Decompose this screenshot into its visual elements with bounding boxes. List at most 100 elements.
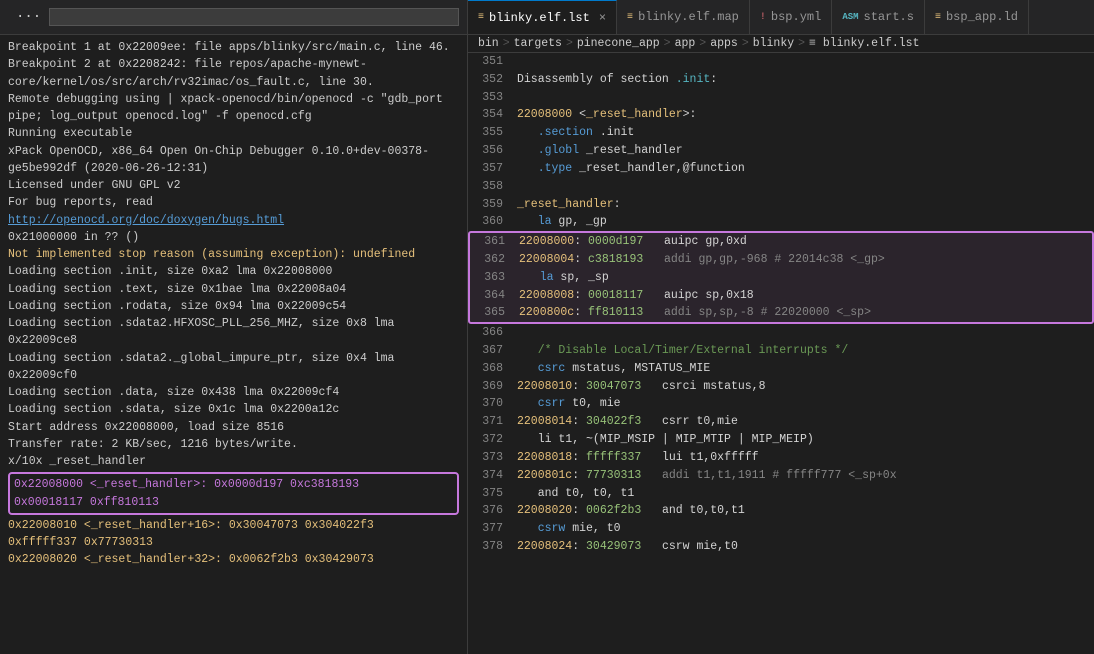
debug-line: 0x22008010 <_reset_handler+16>: 0x300470… bbox=[8, 517, 459, 534]
code-token: : bbox=[572, 540, 586, 553]
tab-icon-start-s: ASM bbox=[842, 12, 858, 22]
line-content: .type _reset_handler,@function bbox=[513, 160, 745, 178]
code-token: mstatus, MSTATUS_MIE bbox=[565, 362, 710, 375]
debug-line: 0xfffff337 0x77730313 bbox=[8, 534, 459, 551]
code-token: .type bbox=[517, 162, 572, 175]
line-content: 22008018: fffff337 lui t1,0xfffff bbox=[513, 449, 759, 467]
code-token: addi sp,sp,-8 # 22020000 <_sp> bbox=[643, 306, 871, 319]
debug-line: 0x21000000 in ?? () bbox=[8, 229, 459, 246]
tabs-bar: ≡blinky.elf.lst×≡blinky.elf.map!bsp.ymlA… bbox=[468, 0, 1094, 35]
code-row: 363 la sp, _sp bbox=[470, 269, 1092, 287]
debug-line: Transfer rate: 2 KB/sec, 1216 bytes/writ… bbox=[8, 436, 459, 453]
tab-label-blinky-lst: blinky.elf.lst bbox=[489, 11, 590, 25]
code-token: la bbox=[519, 271, 554, 284]
code-row: 37322008018: fffff337 lui t1,0xfffff bbox=[468, 449, 1094, 467]
debug-line: Loading section .text, size 0x1bae lma 0… bbox=[8, 281, 459, 298]
debug-line: Loading section .data, size 0x438 lma 0x… bbox=[8, 384, 459, 401]
tab-start-s[interactable]: ASM start.s bbox=[832, 0, 925, 35]
line-content: 22008000: 0000d197 auipc gp,0xd bbox=[515, 233, 747, 251]
code-token: 0000d197 bbox=[588, 235, 643, 248]
code-container[interactable]: 351352Disassembly of section .init:35335… bbox=[468, 53, 1094, 654]
code-token: csrr t0,mie bbox=[641, 415, 738, 428]
code-token: 00018117 bbox=[588, 289, 643, 302]
line-number: 377 bbox=[468, 520, 513, 538]
code-token: 22008014 bbox=[517, 415, 572, 428]
code-token: < bbox=[572, 108, 586, 121]
debug-menu-button[interactable]: ··· bbox=[16, 9, 41, 25]
code-token: 30047073 bbox=[586, 380, 641, 393]
breadcrumb-item: blinky bbox=[753, 37, 794, 50]
breadcrumb-separator: > bbox=[664, 37, 671, 50]
code-token: mie, t0 bbox=[565, 522, 620, 535]
code-token: 0062f2b3 bbox=[586, 504, 641, 517]
code-token: >: bbox=[683, 108, 697, 121]
tab-icon-bsp-yml: ! bbox=[760, 12, 766, 23]
line-number: 369 bbox=[468, 378, 513, 396]
debug-line: Not implemented stop reason (assuming ex… bbox=[8, 246, 459, 263]
code-token: : bbox=[572, 415, 586, 428]
line-number: 368 bbox=[468, 360, 513, 378]
debug-line: Loading section .rodata, size 0x94 lma 0… bbox=[8, 298, 459, 315]
tab-label-start-s: start.s bbox=[864, 10, 914, 24]
debug-line[interactable]: http://openocd.org/doc/doxygen/bugs.html bbox=[8, 212, 459, 229]
line-number: 366 bbox=[468, 324, 513, 342]
line-content: csrr t0, mie bbox=[513, 395, 621, 413]
line-number: 361 bbox=[470, 233, 515, 251]
code-row: 35422008000 <_reset_handler>: bbox=[468, 106, 1094, 124]
code-row: 358 bbox=[468, 178, 1094, 196]
line-number: 351 bbox=[468, 53, 513, 71]
code-token: : bbox=[572, 469, 586, 482]
line-number: 373 bbox=[468, 449, 513, 467]
breadcrumb-item: app bbox=[675, 37, 696, 50]
code-row: 351 bbox=[468, 53, 1094, 71]
code-token: _reset_handler bbox=[517, 198, 614, 211]
tab-bsp-app-ld[interactable]: ≡bsp_app.ld bbox=[925, 0, 1029, 35]
code-row: 355 .section .init bbox=[468, 124, 1094, 142]
breadcrumb-separator: > bbox=[699, 37, 706, 50]
debug-output[interactable]: Breakpoint 1 at 0x22009ee: file apps/bli… bbox=[0, 35, 467, 654]
code-token: addi t1,t1,1911 # fffff777 <_sp+0x bbox=[641, 469, 896, 482]
debug-line: Licensed under GNU GPL v2 bbox=[8, 177, 459, 194]
debug-line: Loading section .init, size 0xa2 lma 0x2… bbox=[8, 263, 459, 280]
filter-input[interactable] bbox=[49, 8, 459, 26]
code-token: /* Disable Local/Timer/External interrup… bbox=[517, 344, 848, 357]
code-token: and t0, t0, t1 bbox=[517, 487, 634, 500]
code-token: ff810113 bbox=[588, 306, 643, 319]
tab-blinky-map[interactable]: ≡blinky.elf.map bbox=[617, 0, 750, 35]
code-row: 377 csrw mie, t0 bbox=[468, 520, 1094, 538]
code-token: : bbox=[710, 73, 717, 86]
line-number: 357 bbox=[468, 160, 513, 178]
code-token: csrw bbox=[517, 522, 565, 535]
code-token: c3818193 bbox=[588, 253, 643, 266]
code-token: 22008000 bbox=[519, 235, 574, 248]
line-content: .section .init bbox=[513, 124, 634, 142]
code-token: 2200801c bbox=[517, 469, 572, 482]
tab-bsp-yml[interactable]: !bsp.yml bbox=[750, 0, 832, 35]
code-token: Disassembly of section bbox=[517, 73, 676, 86]
code-row: 36222008004: c3818193 addi gp,gp,-968 # … bbox=[470, 251, 1092, 269]
code-token: .init bbox=[593, 126, 634, 139]
debug-console-panel: ··· Breakpoint 1 at 0x22009ee: file apps… bbox=[0, 0, 468, 654]
tab-close-blinky-lst[interactable]: × bbox=[599, 11, 606, 25]
debug-line: Remote debugging using | xpack-openocd/b… bbox=[8, 91, 459, 126]
tab-blinky-lst[interactable]: ≡blinky.elf.lst× bbox=[468, 0, 617, 35]
line-number: 376 bbox=[468, 502, 513, 520]
code-token: csrr bbox=[517, 397, 565, 410]
code-token: _reset_handler bbox=[579, 144, 683, 157]
breadcrumb-separator: > bbox=[798, 37, 805, 50]
breadcrumb-item: pinecone_app bbox=[577, 37, 660, 50]
code-token: : bbox=[614, 198, 621, 211]
code-row: 368 csrc mstatus, MSTATUS_MIE bbox=[468, 360, 1094, 378]
tab-icon-bsp-app-ld: ≡ bbox=[935, 12, 941, 23]
code-token: 304022f3 bbox=[586, 415, 641, 428]
line-content: and t0, t0, t1 bbox=[513, 485, 634, 503]
debug-header: ··· bbox=[0, 0, 467, 35]
line-content: 22008014: 304022f3 csrr t0,mie bbox=[513, 413, 738, 431]
code-token: _reset_handler,@function bbox=[572, 162, 745, 175]
tab-label-blinky-map: blinky.elf.map bbox=[638, 10, 739, 24]
code-row: 3742200801c: 77730313 addi t1,t1,1911 # … bbox=[468, 467, 1094, 485]
code-token: 30429073 bbox=[586, 540, 641, 553]
line-content: 22008020: 0062f2b3 and t0,t0,t1 bbox=[513, 502, 745, 520]
debug-line: x/10x _reset_handler bbox=[8, 453, 459, 470]
code-row: 37822008024: 30429073 csrw mie,t0 bbox=[468, 538, 1094, 556]
